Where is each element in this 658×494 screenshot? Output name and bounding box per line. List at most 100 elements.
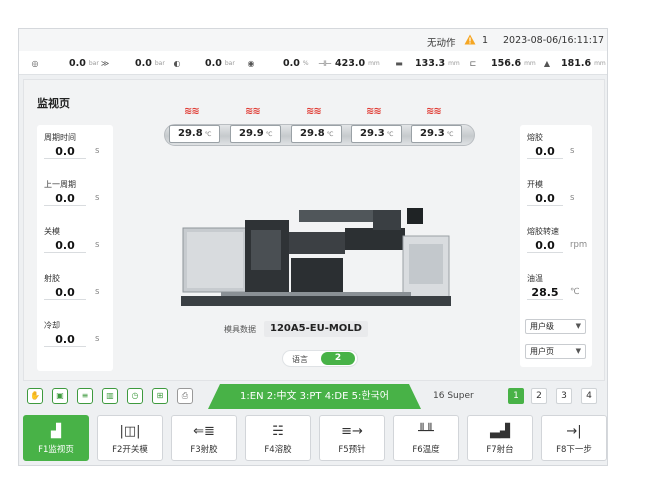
mold-name[interactable]: 120A5-EU-MOLD [264, 321, 368, 337]
flow-icon: ≫ [100, 58, 110, 68]
metric-value: 0.0 [527, 191, 563, 206]
monitor-panel: 监视页 周期时间 0.0 s 上一周期 0.0 s 关模 0.0 s 射胶 0.0 s … [23, 79, 605, 381]
injection-unit-icon: ▃▟ [490, 424, 510, 439]
heater-temp: 29.3 [360, 128, 385, 139]
ejector-position-icon: ▬ [395, 58, 403, 68]
chevron-down-icon: ▼ [575, 322, 581, 330]
heater-unit: ℃ [446, 131, 454, 138]
fkey-label: F4溶胶 [264, 445, 292, 455]
param-speed: ◉ 0.0 % [245, 56, 309, 70]
metric-label: 熔胶转速 [527, 227, 559, 236]
fkey-label: F8下一步 [556, 445, 592, 455]
language-label: 语言 [292, 355, 308, 364]
f2-mold-open-close-button[interactable]: |◫| F2开关模 [97, 415, 163, 461]
injection-machine-image [181, 208, 451, 306]
metric-value: 0.0 [44, 238, 86, 253]
heater-icon: ≋≋ [306, 106, 322, 117]
language-selector[interactable]: 语言 2 [282, 350, 358, 367]
heater-temp-box: 29.3 ℃ [351, 125, 402, 143]
metric-cooling: 冷却 0.0 s [44, 320, 114, 348]
hand-icon[interactable]: ✋ [27, 388, 43, 404]
page-button-1[interactable]: 1 [508, 388, 524, 404]
status-bar: 无动作 1 2023-08-06/16:11:17 [19, 29, 607, 51]
param-value: 0.0 [205, 57, 222, 69]
datetime: 2023-08-06/16:11:17 [503, 35, 605, 46]
param-unit: mm [448, 59, 460, 67]
metric-value: 0.0 [527, 144, 563, 159]
metric-value: 28.5 [527, 285, 563, 300]
document-icon[interactable]: ≡ [77, 388, 93, 404]
screen-icon[interactable]: ▣ [52, 388, 68, 404]
metric-value: 0.0 [527, 238, 563, 253]
fkey-label: F2开关模 [112, 445, 148, 455]
heater-zone-5[interactable]: ≋≋ 29.3 ℃ [408, 106, 466, 147]
page-button-3[interactable]: 3 [556, 388, 572, 404]
heater-icon: ≋≋ [426, 106, 442, 117]
metric-value: 0.0 [44, 144, 86, 159]
screw-position-icon: ⊏ [469, 58, 477, 68]
fkey-label: F5预针 [338, 445, 366, 455]
metric-mold-open: 开模 0.0 s [527, 179, 597, 207]
metric-unit: s [95, 334, 100, 344]
f8-next-step-button[interactable]: →| F8下一步 [541, 415, 607, 461]
metric-unit: ℃ [570, 287, 580, 297]
heater-zone-1[interactable]: ≋≋ 29.8 ℃ [166, 106, 224, 147]
heater-temp-box: 29.9 ℃ [230, 125, 281, 143]
metric-unit: s [570, 146, 575, 156]
metric-label: 油温 [527, 274, 543, 283]
heater-icon: ≋≋ [245, 106, 261, 117]
machine-status: 无动作 [427, 38, 456, 49]
heater-temp: 29.8 [300, 128, 325, 139]
mold-data: 模具数据 120A5-EU-MOLD [224, 321, 368, 337]
language-value[interactable]: 2 [321, 352, 355, 365]
param-value: 181.6 [561, 57, 592, 69]
heater-temp: 29.8 [178, 128, 203, 139]
heater-unit: ℃ [265, 131, 273, 138]
f7-injection-unit-button[interactable]: ▃▟ F7射台 [467, 415, 533, 461]
metric-unit: s [95, 287, 100, 297]
page-button-4[interactable]: 4 [581, 388, 597, 404]
gauge-icon: ◐ [173, 58, 181, 68]
heater-unit: ℃ [386, 131, 394, 138]
heater-zone-2[interactable]: ≋≋ 29.9 ℃ [227, 106, 285, 147]
f5-preset-button[interactable]: ≡→ F5预针 [319, 415, 385, 461]
heater-zone-3[interactable]: ≋≋ 29.8 ℃ [288, 106, 346, 147]
f1-monitor-button[interactable]: ▟ F1监视页 [23, 415, 89, 461]
metric-label: 射胶 [44, 274, 60, 283]
user-page-dropdown[interactable]: 用户页 ▼ [525, 344, 586, 359]
parameter-bar: ◎ 0.0 bar ≫ 0.0 bar ◐ 0.0 bar ◉ 0.0 % ⊣⊢… [19, 51, 607, 75]
fkey-label: F1监视页 [38, 445, 74, 455]
heater-zone-4[interactable]: ≋≋ 29.3 ℃ [348, 106, 406, 147]
user-level-dropdown[interactable]: 用户级 ▼ [525, 319, 586, 334]
param-unit: mm [594, 59, 606, 67]
heater-temp: 29.3 [420, 128, 445, 139]
heater-unit: ℃ [326, 131, 334, 138]
heater-temp-box: 29.8 ℃ [169, 125, 220, 143]
fkey-label: F7射台 [486, 445, 514, 455]
alarm-icon[interactable] [464, 34, 476, 45]
bar-chart-icon[interactable]: ▥ [102, 388, 118, 404]
page-button-2[interactable]: 2 [531, 388, 547, 404]
page-title: 监视页 [37, 97, 70, 110]
fkey-label: F3射胶 [190, 445, 218, 455]
f3-injection-button[interactable]: ⇐≣ F3射胶 [171, 415, 237, 461]
param-unit: bar [224, 59, 235, 67]
temperature-icon: ╨╨ [418, 424, 434, 439]
f4-melt-button[interactable]: ☵ F4溶胶 [245, 415, 311, 461]
metric-last-cycle: 上一周期 0.0 s [44, 179, 114, 207]
heater-temp-box: 29.3 ℃ [411, 125, 462, 143]
metric-unit: s [95, 193, 100, 203]
metric-label: 关模 [44, 227, 60, 236]
metric-value: 0.0 [44, 332, 86, 347]
clock-icon[interactable]: ◷ [127, 388, 143, 404]
network-icon[interactable]: ⊞ [152, 388, 168, 404]
language-options-banner: 1:EN 2:中文 3:PT 4:DE 5:한국어 [208, 384, 421, 409]
metric-unit: s [95, 240, 100, 250]
heater-temp-box: 29.8 ℃ [291, 125, 342, 143]
param-value: 133.3 [415, 57, 446, 69]
printer-icon[interactable]: ⎙ [177, 388, 193, 404]
param-value: 423.0 [335, 57, 366, 69]
param-carriage-position: ▲ 181.6 mm [541, 56, 606, 70]
f6-temperature-button[interactable]: ╨╨ F6温度 [393, 415, 459, 461]
param-value: 0.0 [69, 57, 86, 69]
